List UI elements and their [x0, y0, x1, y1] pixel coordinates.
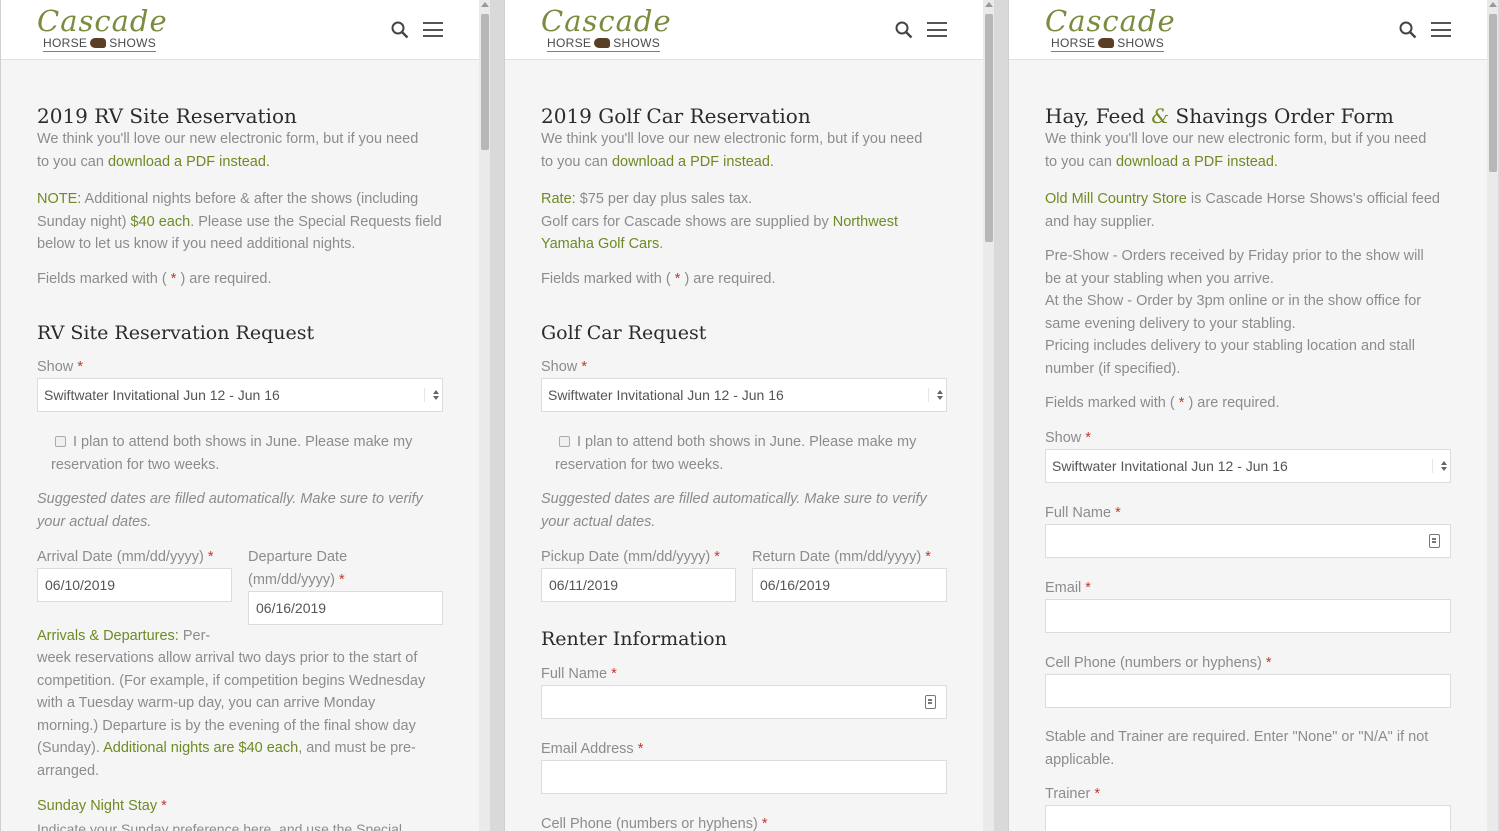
- renter-information-title: Renter Information: [541, 628, 727, 650]
- pdf-download-link[interactable]: download a PDF instead.: [612, 154, 774, 170]
- show-select[interactable]: Swiftwater Invitational Jun 12 - Jun 16: [541, 378, 947, 412]
- logo-subtitle: HORSE SHOWS: [43, 36, 157, 52]
- logo-wordmark: Cascade: [1045, 4, 1176, 38]
- select-arrows-icon: [928, 388, 943, 402]
- stable-trainer-note: Stable and Trainer are required. Enter "…: [1045, 729, 1429, 768]
- suggested-dates-note: Suggested dates are filled automatically…: [541, 491, 927, 530]
- email-address-input[interactable]: [541, 760, 947, 794]
- cell-phone-label: Cell Phone (numbers or hyphens) *: [541, 816, 768, 831]
- email-label: Email *: [1045, 580, 1091, 596]
- supplier-link[interactable]: Northwest: [833, 214, 898, 230]
- arrivals-departures-text: week reservations allow arrival two days…: [37, 650, 426, 779]
- cascade-logo[interactable]: Cascade HORSE SHOWS: [37, 4, 177, 54]
- return-date-input[interactable]: 06/16/2019: [752, 568, 947, 602]
- golf-car-panel: Cascade HORSE SHOWS 2019 Golf Car Reserva…: [504, 0, 994, 831]
- horse-icon: [90, 38, 107, 48]
- hamburger-menu-icon[interactable]: [1431, 22, 1451, 37]
- show-select[interactable]: Swiftwater Invitational Jun 12 - Jun 16: [37, 378, 443, 412]
- full-name-label: Full Name *: [541, 666, 617, 682]
- email-input[interactable]: [1045, 599, 1451, 633]
- sunday-stay-hint: Indicate your Sunday preference here, an…: [37, 821, 403, 831]
- select-arrows-icon: [1432, 459, 1447, 473]
- cascade-logo[interactable]: Cascade HORSE SHOWS: [1045, 4, 1185, 54]
- email-address-label: Email Address *: [541, 741, 644, 757]
- scrollbar[interactable]: [983, 0, 994, 831]
- pdf-download-link[interactable]: download a PDF instead.: [1116, 154, 1278, 170]
- scroll-up-arrow-icon[interactable]: [985, 2, 993, 7]
- show-select[interactable]: Swiftwater Invitational Jun 12 - Jun 16: [1045, 449, 1451, 483]
- required-note: Fields marked with ( * ) are required.: [541, 271, 776, 287]
- select-arrows-icon: [424, 388, 439, 402]
- search-icon[interactable]: [391, 21, 409, 39]
- full-name-input[interactable]: [1045, 524, 1451, 558]
- arrivals-label-line: Arrivals & Departures: Per-: [37, 628, 211, 644]
- show-label: Show *: [1045, 430, 1091, 446]
- trainer-label: Trainer *: [1045, 786, 1101, 802]
- horse-icon: [1098, 38, 1115, 48]
- site-header: Cascade HORSE SHOWS: [1009, 0, 1487, 60]
- intro-text: We think you'll love our new electronic …: [37, 131, 419, 170]
- contact-card-icon: [925, 695, 936, 709]
- logo-subtitle: HORSE SHOWS: [547, 36, 661, 52]
- full-name-input[interactable]: [541, 685, 947, 719]
- show-label: Show *: [541, 359, 587, 375]
- page-title: 2019 Golf Car Reservation: [541, 104, 811, 128]
- hamburger-menu-icon[interactable]: [423, 22, 443, 37]
- two-weeks-checkbox-label: I plan to attend both shows in June. Ple…: [51, 434, 413, 473]
- arrival-date-label: Arrival Date (mm/dd/yyyy) *: [37, 549, 214, 565]
- rate-text: Rate: $75 per day plus sales tax. Golf ca…: [541, 191, 899, 252]
- search-icon[interactable]: [895, 21, 913, 39]
- scroll-thumb[interactable]: [985, 14, 993, 242]
- scroll-thumb[interactable]: [1489, 14, 1497, 172]
- trainer-input[interactable]: [1045, 805, 1451, 831]
- contact-card-icon: [1429, 534, 1440, 548]
- scrollbar[interactable]: [479, 0, 490, 831]
- logo-wordmark: Cascade: [37, 4, 168, 38]
- departure-date-label: Departure Date (mm/dd/yyyy) *: [248, 549, 348, 588]
- pdf-download-link[interactable]: download a PDF instead.: [108, 154, 270, 170]
- two-weeks-checkbox-label: I plan to attend both shows in June. Ple…: [555, 434, 917, 473]
- required-note: Fields marked with ( * ) are required.: [1045, 395, 1280, 411]
- cascade-logo[interactable]: Cascade HORSE SHOWS: [541, 4, 681, 54]
- departure-date-input[interactable]: 06/16/2019: [248, 591, 443, 625]
- store-link[interactable]: Old Mill Country Store: [1045, 191, 1187, 207]
- hamburger-menu-icon[interactable]: [927, 22, 947, 37]
- scroll-up-arrow-icon[interactable]: [1489, 2, 1497, 7]
- intro-text: We think you'll love our new electronic …: [1045, 131, 1427, 170]
- arrival-date-input[interactable]: 06/10/2019: [37, 568, 232, 602]
- section-title: Golf Car Request: [541, 322, 707, 344]
- scrollbar[interactable]: [1487, 0, 1498, 831]
- scroll-thumb[interactable]: [481, 14, 489, 150]
- suggested-dates-note: Suggested dates are filled automatically…: [37, 491, 423, 530]
- note-text: NOTE: Additional nights before & after t…: [37, 191, 442, 252]
- pickup-date-input[interactable]: 06/11/2019: [541, 568, 736, 602]
- supplier-text: Old Mill Country Store is Cascade Horse …: [1045, 191, 1440, 230]
- cell-phone-input[interactable]: [1045, 674, 1451, 708]
- show-label: Show *: [37, 359, 83, 375]
- scroll-up-arrow-icon[interactable]: [481, 2, 489, 7]
- intro-text: We think you'll love our new electronic …: [541, 131, 923, 170]
- logo-subtitle: HORSE SHOWS: [1051, 36, 1165, 52]
- page-title: 2019 RV Site Reservation: [37, 104, 297, 128]
- search-icon[interactable]: [1399, 21, 1417, 39]
- pickup-date-label: Pickup Date (mm/dd/yyyy) *: [541, 549, 720, 565]
- cell-phone-label: Cell Phone (numbers or hyphens) *: [1045, 655, 1272, 671]
- logo-wordmark: Cascade: [541, 4, 672, 38]
- sunday-stay-label: Sunday Night Stay *: [37, 798, 167, 814]
- full-name-label: Full Name *: [1045, 505, 1121, 521]
- order-info-text: Pre-Show - Orders received by Friday pri…: [1045, 248, 1424, 377]
- hay-feed-panel: Cascade HORSE SHOWS Hay, Feed & Shavings …: [1008, 0, 1498, 831]
- return-date-label: Return Date (mm/dd/yyyy) *: [752, 549, 931, 565]
- section-title: RV Site Reservation Request: [37, 322, 315, 344]
- supplier-link-2[interactable]: Yamaha Golf Cars: [541, 236, 659, 252]
- rv-reservation-panel: Cascade HORSE SHOWS 2019 RV Site Reservat…: [0, 0, 490, 831]
- required-note: Fields marked with ( * ) are required.: [37, 271, 272, 287]
- site-header: Cascade HORSE SHOWS: [1, 0, 479, 60]
- horse-icon: [594, 38, 611, 48]
- page-title: Hay, Feed & Shavings Order Form: [1045, 104, 1394, 128]
- site-header: Cascade HORSE SHOWS: [505, 0, 983, 60]
